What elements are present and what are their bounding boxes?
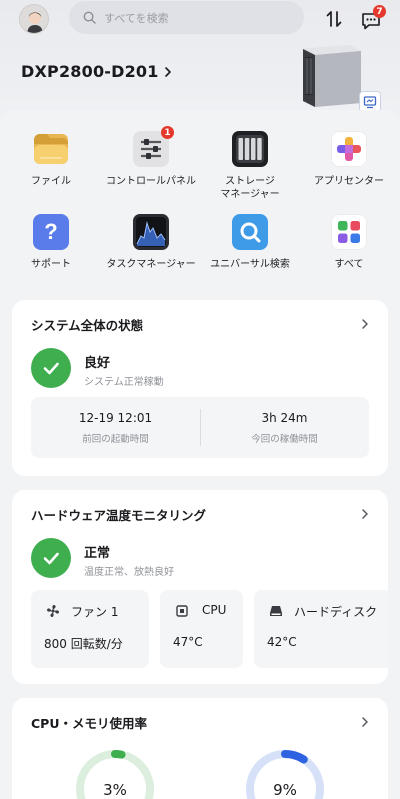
boot-time: 12-19 12:01 前回の起動時間 (31, 397, 200, 458)
temperature-tiles: ファン 1 800 回転数/分 CPU 47°C ハードディスク 42°C (31, 590, 388, 668)
app-control-panel[interactable]: 1 コントロールパネル (101, 126, 201, 188)
cpu-tile[interactable]: CPU 47°C (160, 590, 243, 668)
hardware-status-subtext: 温度正常、放熱良好 (84, 567, 174, 578)
all-apps-icon (331, 214, 367, 250)
device-selector[interactable]: DXP2800-D201 (21, 62, 173, 81)
tile-value: 800 回転数/分 (44, 637, 123, 651)
system-status-subtext: システム正常稼動 (84, 377, 164, 388)
cpu-memory-usage-card[interactable]: CPU・メモリ使用率 3% 9% (12, 698, 388, 799)
app-support[interactable]: ? サポート (1, 214, 101, 271)
hard-disk-tile[interactable]: ハードディスク 42°C (254, 590, 388, 668)
universal-search-icon (232, 214, 268, 250)
memory-usage-value: 9% (273, 781, 297, 799)
search-icon (83, 11, 96, 24)
app-label: アプリセンター (314, 176, 384, 187)
hardware-status-text: 正常 (84, 546, 111, 561)
uptime: 3h 24m 今回の稼働時間 (200, 397, 369, 458)
checkmark-icon (31, 348, 71, 388)
app-task-manager[interactable]: タスクマネージャー (101, 214, 201, 271)
fan-icon (47, 605, 59, 617)
hardware-temperature-card[interactable]: ハードウェア温度モニタリング 正常 温度正常、放熱良好 ファン 1 800 回転… (12, 490, 388, 684)
sort-arrows-icon (326, 11, 342, 27)
system-status-card[interactable]: システム全体の状態 良好 システム正常稼動 12-19 12:01 前回の起動時… (12, 300, 388, 476)
device-name: DXP2800-D201 (21, 62, 159, 81)
system-status-text: 良好 (84, 356, 111, 371)
app-app-center[interactable]: アプリセンター (299, 131, 399, 188)
chevron-right-icon[interactable] (360, 713, 370, 732)
boot-time-value: 12-19 12:01 (78, 411, 153, 425)
uptime-label: 今回の稼働時間 (251, 434, 318, 445)
storage-icon (232, 131, 268, 167)
avatar[interactable] (19, 4, 49, 34)
app-label: ファイル (31, 176, 71, 187)
fan-tile[interactable]: ファン 1 800 回転数/分 (31, 590, 149, 668)
cpu-usage-gauge: 3% (75, 749, 155, 799)
sort-button[interactable] (323, 8, 345, 30)
app-label: すべて (334, 259, 364, 270)
card-title: ハードウェア温度モニタリング (31, 508, 207, 523)
app-center-icon (331, 131, 367, 167)
checkmark-icon (31, 538, 71, 578)
tile-value: 47°C (173, 635, 203, 649)
control-panel-badge: 1 (161, 126, 174, 139)
task-manager-icon (133, 214, 169, 250)
tile-name: ハードディスク (294, 605, 378, 619)
folder-icon (33, 131, 69, 167)
app-universal-search[interactable]: ユニバーサル検索 (200, 214, 300, 271)
app-all[interactable]: すべて (299, 214, 399, 271)
tile-value: 42°C (267, 635, 297, 649)
cpu-usage-value: 3% (103, 781, 127, 799)
card-title: システム全体の状態 (31, 318, 144, 333)
messages-button[interactable]: 7 (360, 5, 386, 32)
app-label: ストレージ マネージャー (220, 176, 280, 200)
cpu-icon (176, 605, 188, 617)
message-count-badge: 7 (373, 5, 386, 18)
chevron-right-icon[interactable] (360, 505, 370, 524)
memory-usage-gauge: 9% (245, 749, 325, 799)
app-label: ユニバーサル検索 (210, 259, 290, 270)
app-storage-manager[interactable]: ストレージ マネージャー (200, 131, 300, 201)
boot-time-label: 前回の起動時間 (82, 434, 149, 445)
app-label: タスクマネージャー (106, 259, 196, 270)
app-label: サポート (31, 259, 71, 270)
chevron-right-icon[interactable] (360, 315, 370, 334)
search-bar[interactable]: すべてを検索 (69, 1, 304, 34)
chevron-right-icon (164, 66, 171, 77)
uptime-value: 3h 24m (261, 411, 308, 425)
card-title: CPU・メモリ使用率 (31, 716, 147, 731)
app-label: コントロールパネル (106, 176, 196, 187)
uptime-summary: 12-19 12:01 前回の起動時間 3h 24m 今回の稼働時間 (31, 397, 369, 458)
hard-disk-icon (270, 606, 282, 616)
app-files[interactable]: ファイル (1, 131, 101, 188)
monitor-icon (363, 96, 377, 109)
nas-device-image (295, 43, 363, 109)
control-panel-icon: 1 (133, 126, 174, 167)
support-icon: ? (33, 214, 69, 250)
tile-name: ファン 1 (71, 605, 119, 619)
tile-name: CPU (202, 603, 227, 617)
search-placeholder: すべてを検索 (104, 11, 169, 25)
